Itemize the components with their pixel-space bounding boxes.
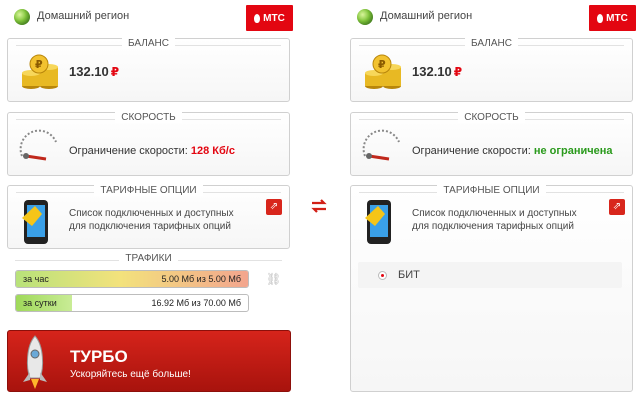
chain-link-icon[interactable]: ⛓ — [266, 272, 281, 286]
balance-title: БАЛАНС — [8, 38, 289, 49]
speedometer-icon — [19, 129, 57, 161]
speed-limit-text: Ограничение скорости: не ограничена — [412, 145, 613, 157]
svg-text:₽: ₽ — [378, 58, 386, 71]
state-panel-left: Домашний регион МТС БАЛАНС ₽ 132.10 ₽ СКО… — [0, 0, 297, 400]
option-item-label: БИТ — [398, 269, 420, 281]
option-item-bit[interactable]: БИТ — [358, 262, 622, 288]
balance-amount: 132.10 ₽ — [412, 64, 463, 79]
mts-logo[interactable]: МТС — [246, 5, 293, 31]
top-bar: Домашний регион МТС — [343, 0, 640, 34]
coins-icon: ₽ — [22, 54, 58, 89]
globe-icon — [357, 9, 373, 25]
options-card: ТАРИФНЫЕ ОПЦИИ Список подключенных и дос… — [350, 185, 633, 392]
mts-logo[interactable]: МТС — [589, 5, 636, 31]
speed-title: СКОРОСТЬ — [351, 112, 632, 123]
traffic-hour-bar: за час 5.00 Мб из 5.00 Мб — [15, 270, 249, 288]
traffic-title: ТРАФИКИ — [7, 253, 290, 264]
balance-card: БАЛАНС ₽ 132.10 ₽ — [350, 38, 633, 102]
region-label: Домашний регион — [37, 10, 130, 22]
speed-limit-value: 128 Кб/с — [190, 145, 235, 157]
mts-logo-text: МТС — [263, 12, 285, 24]
globe-icon — [14, 9, 30, 25]
mts-egg-icon — [597, 13, 604, 23]
turbo-button[interactable]: ТУРБО Ускоряйтесь ещё больше! — [7, 330, 291, 392]
speed-card: СКОРОСТЬ Ограничение скорости: 128 Кб/с — [7, 112, 290, 176]
traffic-day-bar: за сутки 16.92 Мб из 70.00 Мб — [15, 294, 249, 312]
traffic-day-label: за сутки — [23, 298, 57, 308]
traffic-hour-amount: 5.00 Мб из 5.00 Мб — [161, 274, 242, 284]
options-description: Список подключенных и доступных для подкл… — [69, 208, 234, 232]
speed-limit-label: Ограничение скорости: — [412, 145, 531, 157]
svg-text:₽: ₽ — [35, 58, 43, 71]
turbo-subtitle: Ускоряйтесь ещё больше! — [70, 369, 191, 380]
speed-limit-text: Ограничение скорости: 128 Кб/с — [69, 145, 235, 157]
swap-arrows-icon — [311, 199, 327, 213]
coins-icon: ₽ — [365, 54, 401, 89]
speed-title: СКОРОСТЬ — [8, 112, 289, 123]
external-link-icon[interactable]: ⇗ — [609, 199, 625, 215]
speed-limit-label: Ограничение скорости: — [69, 145, 188, 157]
balance-amount: 132.10 ₽ — [69, 64, 120, 79]
external-link-icon[interactable]: ⇗ — [266, 199, 282, 215]
region-label: Домашний регион — [380, 10, 473, 22]
speed-card: СКОРОСТЬ Ограничение скорости: не ограни… — [350, 112, 633, 176]
smartphone-icon — [365, 200, 391, 244]
traffic-day-amount: 16.92 Мб из 70.00 Мб — [151, 298, 241, 308]
balance-card: БАЛАНС ₽ 132.10 ₽ — [7, 38, 290, 102]
balance-title: БАЛАНС — [351, 38, 632, 49]
smartphone-icon — [22, 200, 48, 244]
options-card[interactable]: ТАРИФНЫЕ ОПЦИИ Список подключенных и дос… — [7, 185, 290, 249]
turbo-title: ТУРБО — [70, 347, 128, 366]
mts-egg-icon — [254, 13, 261, 23]
option-status-dot — [378, 271, 387, 280]
top-bar: Домашний регион МТС — [0, 0, 297, 34]
options-description: Список подключенных и доступных для подкл… — [412, 208, 577, 232]
rocket-icon — [23, 335, 47, 389]
options-title: ТАРИФНЫЕ ОПЦИИ — [8, 185, 289, 196]
options-title: ТАРИФНЫЕ ОПЦИИ — [351, 185, 632, 196]
currency-sign: ₽ — [453, 65, 463, 79]
state-panel-right: Домашний регион МТС БАЛАНС ₽ 132.10 ₽ СКО… — [343, 0, 640, 400]
traffic-hour-label: за час — [23, 274, 49, 284]
speed-limit-value: не ограничена — [533, 145, 613, 157]
mts-logo-text: МТС — [606, 12, 628, 24]
speedometer-icon — [362, 129, 400, 161]
currency-sign: ₽ — [110, 65, 120, 79]
